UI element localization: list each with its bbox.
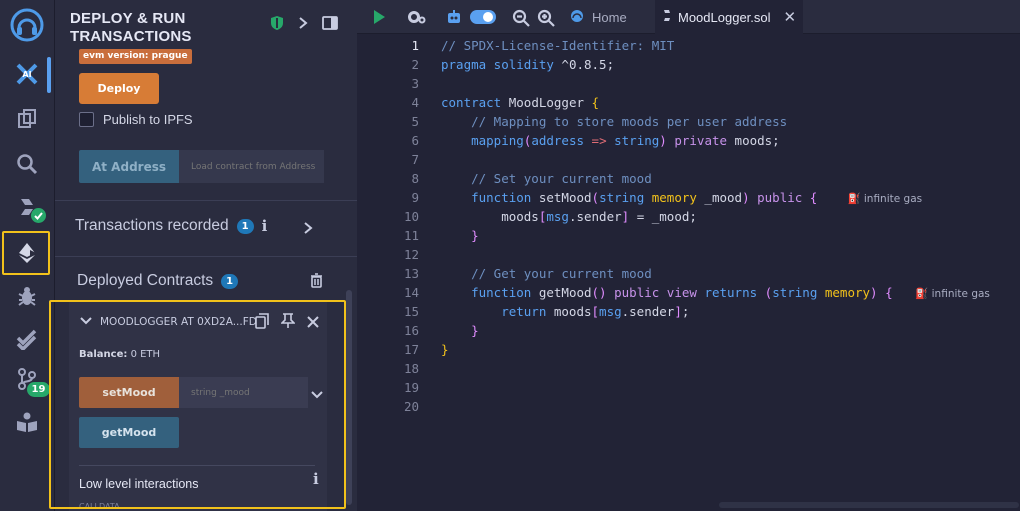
compiled-check-icon [31,208,46,223]
debugger-icon[interactable] [6,277,48,315]
evm-version-badge: evm version: prague [79,49,192,64]
code-line: // Mapping to store moods per user addre… [441,114,788,129]
transactions-count-badge: 1 [236,218,254,234]
deployed-contracts-label: Deployed Contracts [77,272,214,289]
line-number: 8 [411,171,419,186]
editor-toolbar: Home MoodLogger.sol ✕ [357,0,1020,34]
publish-ipfs-row[interactable]: Publish to IPFS [79,112,193,127]
tab-home-label: Home [592,9,627,25]
run-icon[interactable] [372,9,386,30]
line-number: 16 [403,323,419,338]
tab-file-label: MoodLogger.sol [678,9,771,25]
transactions-recorded-label: Transactions recorded [75,217,229,234]
publish-ipfs-checkbox[interactable] [79,112,94,127]
transactions-recorded-row[interactable]: Transactions recorded 1 i [75,217,267,235]
line-number: 12 [403,247,419,262]
test-icon[interactable] [6,320,48,358]
at-address-button[interactable]: At Address [79,150,179,183]
divider [55,200,357,201]
line-number: 11 [403,228,419,243]
code-line: // Set your current mood [441,171,652,186]
line-number: 4 [411,95,419,110]
deploy-highlight [2,231,50,275]
publish-ipfs-label: Publish to IPFS [103,112,193,127]
deploy-panel: DEPLOY & RUN TRANSACTIONS evm version: p… [49,0,357,511]
svg-text:AI: AI [22,70,31,79]
code-line: moods[msg.sender] = _mood; [441,209,697,224]
line-number: 20 [403,399,419,414]
robot-icon[interactable] [445,9,463,30]
remix-ide: AI 19 DEPLOY & RUN TRANSACTIONS evm vers… [0,0,1020,511]
line-number: 1 [411,38,419,53]
code-line: function getMood() public view returns (… [441,285,990,300]
panel-title: DEPLOY & RUN TRANSACTIONS [70,10,192,45]
code-line: mapping(address => string) private moods… [441,133,780,148]
settings-gear-icon[interactable] [407,9,427,30]
line-number: 17 [403,342,419,357]
gas-estimate: ⛽ infinite gas [847,193,923,205]
tab-home[interactable]: Home [569,0,627,34]
zoom-out-icon[interactable] [512,9,530,32]
active-indicator [47,57,51,93]
file-explorer-icon[interactable] [6,100,48,138]
code-editor[interactable]: 1 2 3 4 5 6 7 8 9 10 11 12 13 14 15 16 17 18 19 20 // SPDX-… [357,36,1020,511]
line-number: 18 [403,361,419,376]
line-number: 3 [411,76,419,91]
remix-logo-icon[interactable] [6,6,48,44]
line-number: 6 [411,133,419,148]
chevron-right-icon[interactable] [303,221,313,240]
info-icon[interactable]: i [262,217,268,235]
line-number: 15 [403,304,419,319]
deployed-contracts-row: Deployed Contracts 1 [77,272,239,290]
deploy-button[interactable]: Deploy [79,73,159,104]
code-line: } [441,323,479,338]
panel-layout-icon[interactable] [322,16,338,35]
trash-icon[interactable] [310,273,323,293]
line-number: 13 [403,266,419,281]
chevron-right-icon[interactable] [298,16,308,35]
zoom-in-icon[interactable] [537,9,555,32]
line-number-gutter: 1 2 3 4 5 6 7 8 9 10 11 12 13 14 15 16 17 18 19 20 [357,36,419,416]
ai-toggle-switch[interactable] [470,9,496,30]
panel-header-icons [270,15,338,36]
code-line: function setMood(string memory _mood) pu… [441,190,923,205]
main-area: Home MoodLogger.sol ✕ 1 2 3 4 5 6 7 8 9 10 11 12 13 1… [357,0,1020,511]
ai-icon[interactable]: AI [6,55,48,93]
code-line: return moods[msg.sender]; [441,304,690,319]
deployed-count-badge: 1 [221,273,239,289]
line-number: 19 [403,380,419,395]
line-number: 14 [403,285,419,300]
code-line: } [441,228,479,243]
line-number: 7 [411,152,419,167]
code-line: contract MoodLogger { [441,95,600,110]
search-icon[interactable] [6,145,48,183]
code-line: // Get your current mood [441,266,652,281]
learn-icon[interactable] [6,403,48,441]
line-number: 10 [403,209,419,224]
close-tab-icon[interactable]: ✕ [784,8,797,26]
tab-moodlogger[interactable]: MoodLogger.sol ✕ [655,0,803,34]
at-address-input[interactable] [179,150,324,183]
remix-home-icon [569,9,585,26]
code-line: // SPDX-License-Identifier: MIT [441,38,675,53]
line-number: 2 [411,57,419,72]
instance-highlight [49,300,346,509]
panel-scrollbar[interactable] [346,290,352,505]
code-line: pragma solidity ^0.8.5; [441,57,615,72]
editor-horizontal-scrollbar[interactable] [719,502,1019,508]
solidity-file-icon [663,9,671,25]
icon-bar: AI 19 [0,0,55,511]
code-lines[interactable]: // SPDX-License-Identifier: MIT pragma s… [441,36,1020,359]
git-badge: 19 [27,382,50,397]
code-line: } [441,342,449,357]
line-number: 9 [411,190,419,205]
divider [55,256,357,257]
line-number: 5 [411,114,419,129]
shield-icon[interactable] [270,15,284,36]
gas-estimate: ⛽ infinite gas [915,288,990,300]
